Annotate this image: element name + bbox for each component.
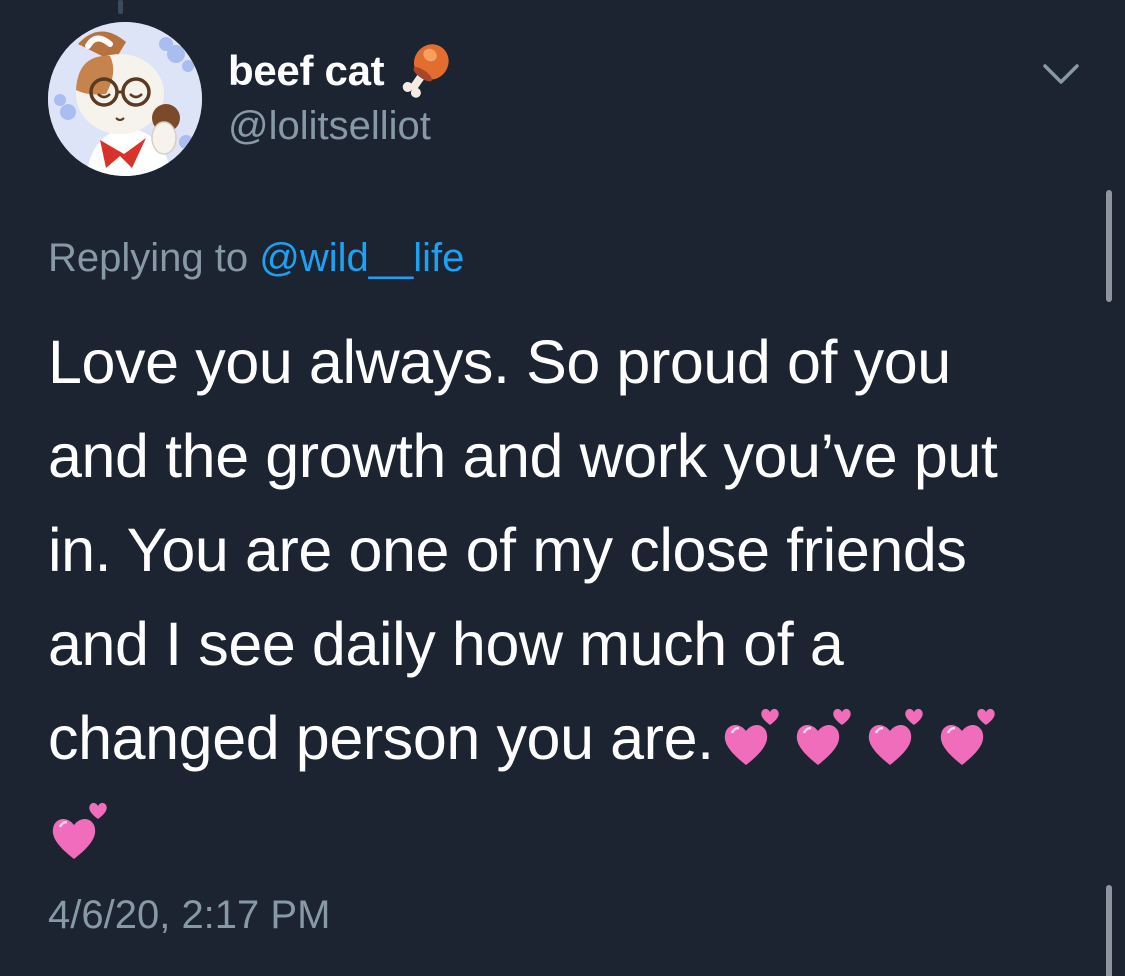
tweet-text-line: changed person you are. xyxy=(48,704,714,772)
two-hearts-emoji xyxy=(792,701,858,767)
chevron-down-icon[interactable] xyxy=(1041,60,1081,88)
tweet-text-line-with-emoji: changed person you are. xyxy=(48,691,1088,785)
emoji-group xyxy=(720,701,1002,767)
tweet-text-line: and the growth and work you’ve put xyxy=(48,422,998,490)
tweet-body: Love you always. So proud of you and the… xyxy=(48,315,1088,879)
replying-to-label: Replying to xyxy=(48,236,249,280)
author-name-row[interactable]: beef cat xyxy=(228,40,456,102)
two-hearts-emoji xyxy=(48,795,114,861)
tweet-detail-view: beef cat @lolitselliot Replying to @wild… xyxy=(0,0,1125,976)
two-hearts-emoji xyxy=(936,701,1002,767)
scrollbar-thumb-bottom[interactable] xyxy=(1106,885,1112,976)
tweet-text-line: and I see daily how much of a xyxy=(48,610,844,678)
author-display-name[interactable]: beef cat xyxy=(228,47,385,95)
reply-mention-link[interactable]: @wild__life xyxy=(259,236,464,280)
tweet-emoji-line xyxy=(48,785,1088,879)
meat-on-bone-icon xyxy=(394,40,456,102)
scrollbar-thumb-top[interactable] xyxy=(1106,190,1112,302)
avatar[interactable] xyxy=(48,22,202,176)
two-hearts-emoji xyxy=(720,701,786,767)
tweet-text-line: Love you always. So proud of you xyxy=(48,328,951,396)
replying-to-line: Replying to @wild__life xyxy=(48,236,464,281)
thread-connector-line xyxy=(118,0,123,14)
author-handle[interactable]: @lolitselliot xyxy=(228,104,456,149)
tweet-text-line: in. You are one of my close friends xyxy=(48,516,967,584)
tweet-author-header: beef cat @lolitselliot xyxy=(228,40,456,149)
two-hearts-emoji xyxy=(864,701,930,767)
tweet-timestamp[interactable]: 4/6/20, 2:17 PM xyxy=(48,893,330,938)
